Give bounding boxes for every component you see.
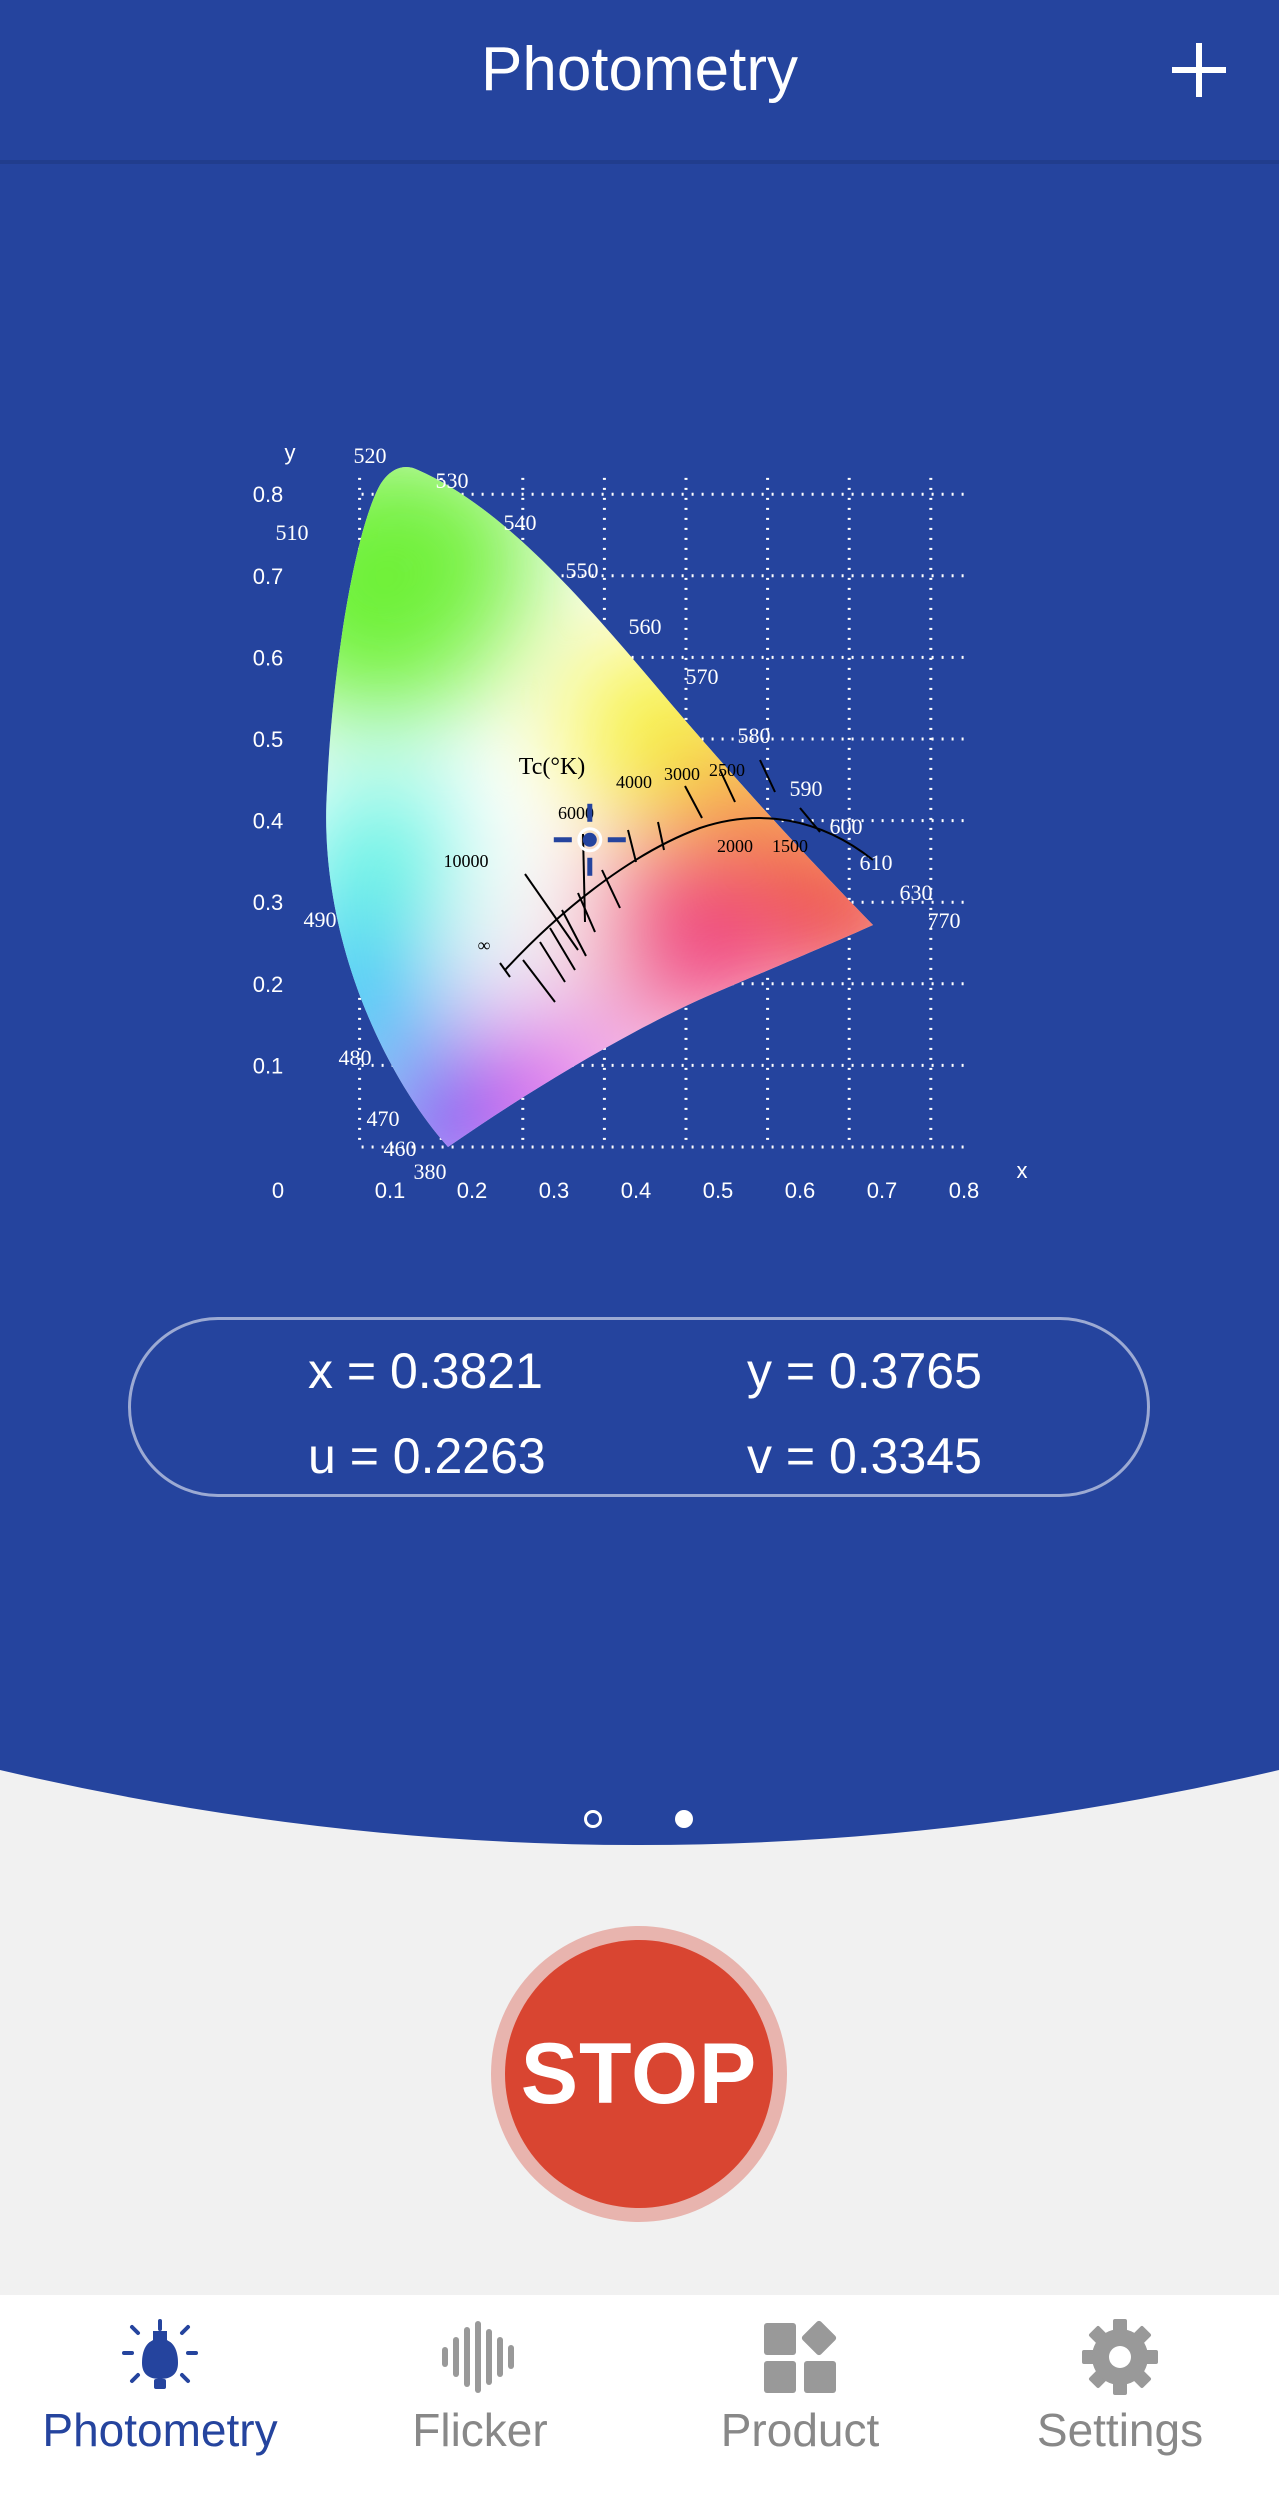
wavelength-label: 540 bbox=[504, 510, 537, 535]
wavelength-label: 510 bbox=[276, 520, 309, 545]
waveform-icon bbox=[442, 2321, 514, 2393]
wavelength-label: 530 bbox=[436, 468, 469, 493]
cie-chart-svg: 0 0.1 0.2 0.3 0.4 0.5 0.6 0.7 0.8 0.1 0.2 0.3 0.4 0.5… bbox=[253, 440, 1028, 1203]
tab-flicker[interactable]: Flicker bbox=[320, 2295, 640, 2497]
plus-icon bbox=[1172, 43, 1226, 97]
cct-label: ∞ bbox=[478, 935, 491, 955]
cct-title: Tc(°K) bbox=[519, 754, 586, 780]
tab-photometry[interactable]: Photometry bbox=[0, 2295, 320, 2497]
bulb-icon bbox=[122, 2319, 198, 2389]
x-tick-label: 0.2 bbox=[457, 1178, 488, 1203]
y-axis-label: y bbox=[285, 440, 296, 465]
x-tick-label: 0.6 bbox=[785, 1178, 816, 1203]
wavelength-label: 560 bbox=[629, 614, 662, 639]
x-tick-label: 0.1 bbox=[375, 1178, 406, 1203]
chromaticity-readout: x = 0.3821 y = 0.3765 u = 0.2263 v = 0.3… bbox=[128, 1317, 1150, 1497]
cct-label: 3000 bbox=[664, 764, 700, 784]
tab-product[interactable]: Product bbox=[640, 2295, 960, 2497]
y-tick-label: 0.5 bbox=[253, 727, 284, 752]
add-button[interactable] bbox=[1159, 30, 1239, 110]
page-indicator-2[interactable] bbox=[675, 1810, 693, 1828]
y-tick-label: 0.6 bbox=[253, 645, 284, 670]
cct-label: 1500 bbox=[772, 836, 808, 856]
cct-label: 2500 bbox=[709, 760, 745, 780]
x-tick-label: 0.8 bbox=[949, 1178, 980, 1203]
u-value: u = 0.2263 bbox=[308, 1428, 546, 1484]
v-value: v = 0.3345 bbox=[747, 1428, 982, 1484]
x-tick-label: 0.7 bbox=[867, 1178, 898, 1203]
y-tick-label: 0.8 bbox=[253, 482, 284, 507]
stop-button-label: STOP bbox=[505, 1940, 773, 2208]
y-tick-label: 0.4 bbox=[253, 809, 284, 834]
y-value: y = 0.3765 bbox=[747, 1343, 982, 1399]
x-tick-label: 0 bbox=[272, 1178, 284, 1203]
x-tick-label: 0.3 bbox=[539, 1178, 570, 1203]
wavelength-label: 520 bbox=[354, 443, 387, 468]
x-tick-label: 0.4 bbox=[621, 1178, 652, 1203]
wavelength-label: 480 bbox=[339, 1045, 372, 1070]
y-tick-label: 0.2 bbox=[253, 972, 284, 997]
y-tick-label: 0.1 bbox=[253, 1053, 284, 1078]
gear-icon bbox=[1082, 2319, 1158, 2395]
page-indicator-1[interactable] bbox=[584, 1810, 602, 1828]
cct-label: 2000 bbox=[717, 836, 753, 856]
tab-product-label: Product bbox=[720, 2404, 880, 2456]
wavelength-label: 770 bbox=[928, 908, 961, 933]
cct-label: 4000 bbox=[616, 772, 652, 792]
x-axis-label: x bbox=[1017, 1158, 1028, 1183]
wavelength-label: 590 bbox=[790, 776, 823, 801]
x-tick-label: 0.5 bbox=[703, 1178, 734, 1203]
tab-photometry-label: Photometry bbox=[42, 2404, 278, 2456]
header-divider bbox=[0, 160, 1279, 164]
grid-icon bbox=[764, 2320, 837, 2393]
wavelength-label: 380 bbox=[414, 1159, 447, 1184]
tab-flicker-label: Flicker bbox=[412, 2404, 548, 2456]
wavelength-label: 630 bbox=[900, 880, 933, 905]
cct-label: 10000 bbox=[444, 851, 489, 871]
wavelength-label: 460 bbox=[384, 1136, 417, 1161]
wavelength-label: 470 bbox=[367, 1106, 400, 1131]
tab-settings[interactable]: Settings bbox=[960, 2295, 1279, 2497]
header: Photometry bbox=[0, 0, 1279, 160]
wavelength-label: 490 bbox=[304, 907, 337, 932]
isotherm-line bbox=[759, 759, 776, 793]
wavelength-label: 570 bbox=[686, 664, 719, 689]
stop-button[interactable]: STOP bbox=[491, 1926, 787, 2222]
y-tick-label: 0.3 bbox=[253, 890, 284, 915]
x-value: x = 0.3821 bbox=[308, 1343, 543, 1399]
page-title: Photometry bbox=[480, 35, 799, 104]
tab-settings-label: Settings bbox=[1036, 2404, 1204, 2456]
wavelength-label: 580 bbox=[738, 723, 771, 748]
y-tick-label: 0.7 bbox=[253, 564, 284, 589]
cie-chromaticity-diagram: 0 0.1 0.2 0.3 0.4 0.5 0.6 0.7 0.8 0.1 0.2 0.3 0.4 0.5… bbox=[240, 430, 1040, 1210]
wavelength-label: 550 bbox=[566, 558, 599, 583]
bottom-tab-bar: Photometry Flicker Product Settings bbox=[0, 2295, 1279, 2497]
